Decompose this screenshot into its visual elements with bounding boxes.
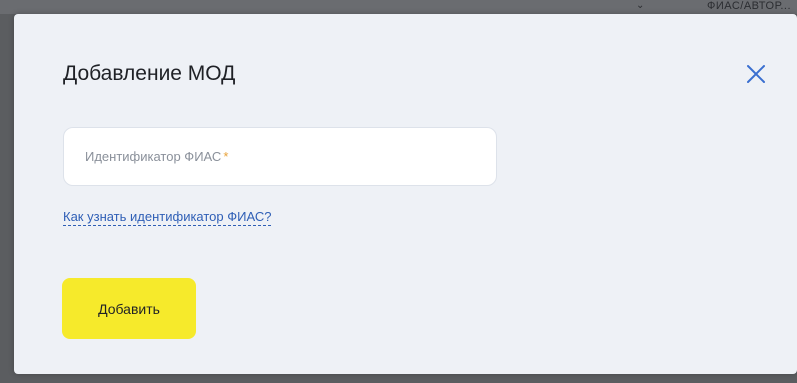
add-button[interactable]: Добавить	[62, 278, 196, 339]
close-icon[interactable]	[744, 62, 768, 86]
close-icon-graphic	[747, 65, 765, 83]
dialog-title: Добавление МОД	[63, 62, 236, 85]
fias-id-input[interactable]	[64, 128, 496, 185]
fias-id-field[interactable]: Идентификатор ФИАС *	[63, 127, 497, 186]
fias-help-link[interactable]: Как узнать идентификатор ФИАС?	[63, 209, 272, 226]
background-header-text: ФИАС/АВТОР...	[706, 0, 791, 12]
background-header: ⌄ ФИАС/АВТОР...	[0, 0, 797, 14]
chevron-down-icon: ⌄	[636, 0, 645, 11]
add-mod-dialog: Добавление МОД Идентификатор ФИАС * Как у…	[14, 14, 797, 374]
